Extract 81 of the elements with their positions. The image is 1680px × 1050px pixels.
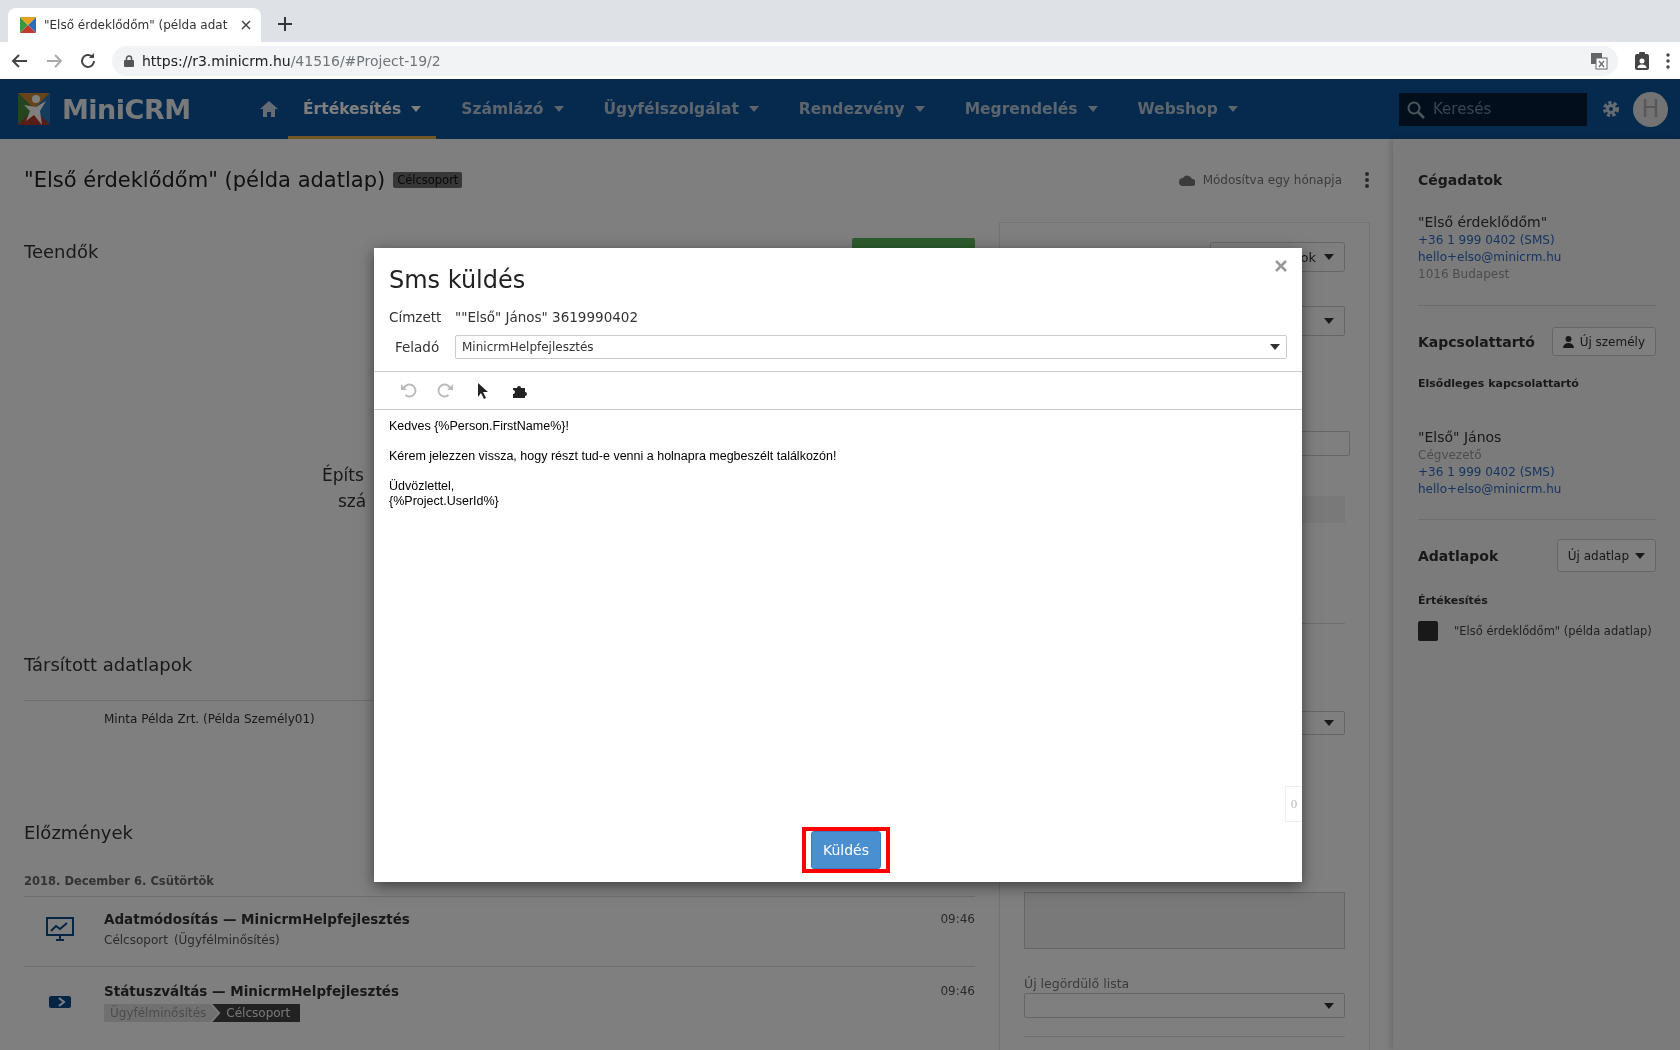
nav-menu-item[interactable]: Megrendelés [949,79,1113,139]
status-square [1418,621,1438,641]
message-text: Kérem jelezzen vissza, hogy részt tud-e venni a holnapra megbeszélt találkozón! [389,449,837,463]
history-entry-detail: Célcsoport [104,932,168,949]
logo-text[interactable]: MiniCRM [62,93,191,125]
sidebar-heading: Cégadatok [1418,171,1504,190]
field-label: Címzett [389,309,443,325]
nav-menu-item[interactable]: Számlázó [446,79,579,139]
nav-menu-item[interactable]: Webshop [1122,79,1253,139]
caret-icon [748,106,759,112]
caret-icon [1324,720,1334,726]
sender-value: MinicrmHelpfejlesztés [462,340,594,354]
browser-tab[interactable]: "Első érdeklődőm" (példa adat [8,8,262,42]
section-heading: Előzmények [24,822,133,843]
settings-icon[interactable] [1601,99,1621,119]
sidebar-heading: Kapcsolattartó [1418,333,1535,350]
caret-icon [1324,254,1334,260]
nav-menu-item[interactable]: Ügyfélszolgálat [588,79,774,139]
new-person-button[interactable]: Új személy [1551,327,1656,356]
email-link[interactable]: hello+elso@minicrm.hu [1418,250,1562,264]
recipient-text: ""Első" János" 3619990402 [455,309,638,325]
caret-icon [553,106,564,112]
field-label: Új legördülő lista [1024,976,1130,991]
field-label: Feladó [394,339,441,355]
contact-subheading: Elsődleges kapcsolattartó [1418,376,1580,392]
new-datasheet-button[interactable]: Új adatlap [1556,539,1656,572]
caret-icon [1635,552,1645,559]
tab-title: "Első érdeklődőm" (példa adat [44,18,228,32]
caret-icon [1324,318,1334,324]
translate-icon[interactable] [1590,51,1608,70]
modified-text: Módosítva egy hónapja [1202,173,1342,187]
arrow-tag-icon [49,995,71,1008]
history-entry-title: Státuszváltás — MinicrmHelpfejlesztés [104,982,401,1001]
caret-icon [1324,1002,1334,1009]
url-path: /41516/#Project-19/2 [290,52,441,69]
more-icon[interactable] [1364,171,1370,189]
empty-state-text: szá [338,491,367,511]
person-icon [1562,335,1574,348]
phone-link[interactable]: +36 1 999 0402 (SMS) [1418,233,1555,247]
contact-name: "Első" János [1418,428,1503,447]
monitor-chart-icon [46,917,74,941]
address-bar[interactable]: https://r3.minicrm.hu/41516/#Project-19/2 [112,45,1618,76]
sender-select[interactable]: MinicrmHelpfejlesztés [455,335,1287,359]
empty-state-text: Építs [322,465,364,485]
message-text: Kedves {%Person.FirstName%}! [389,419,569,433]
section-heading: Teendők [24,240,99,262]
history-entry-detail: (Ügyfélminősítés) [173,931,280,949]
dialog-title: Sms küldés [389,265,526,296]
nav-menu-item[interactable]: Értékesítés [288,79,437,139]
home-icon[interactable] [260,101,278,117]
message-text: {%Project.UserId%} [389,494,499,508]
favicon-icon [20,17,36,33]
history-entry-title: Adatmódosítás — MinicrmHelpfejlesztés [104,910,411,929]
status-tag: Célcsoport [212,1004,301,1022]
caret-icon [1087,106,1098,112]
caret-icon [411,106,422,112]
sidebar-heading: Adatlapok [1418,547,1499,564]
caret-icon [1227,106,1238,112]
linked-record-link[interactable]: Minta Példa Zrt. (Példa Személy01) [104,712,315,726]
history-time: 09:46 [940,983,975,1000]
lock-icon [124,54,134,67]
section-heading: Társított adatlapok [24,654,193,675]
nav-menu-item[interactable]: Rendezvény [783,79,940,139]
search-field[interactable]: Keresés [1399,92,1587,126]
page-title: "Első érdeklődőm" (példa adatlap) [24,168,386,192]
send-button[interactable]: Küldés [811,831,881,869]
company-name: "Első érdeklődőm" [1418,213,1549,232]
close-icon[interactable] [241,20,252,30]
history-time: 09:46 [940,911,975,928]
datasheet-link[interactable]: "Első érdeklődőm" (példa adatlap) [1454,624,1652,638]
browser-menu-icon[interactable] [1666,52,1670,69]
url-host: https://r3.minicrm.hu [142,52,291,69]
email-link[interactable]: hello+elso@minicrm.hu [1418,482,1562,496]
message-text: Üdvözlettel, [389,479,455,493]
cloud-icon [1178,174,1195,186]
caret-icon [1270,344,1280,350]
datasheet-group: Értékesítés [1418,592,1656,610]
select-field[interactable] [1024,993,1345,1018]
profile-clipboard-icon[interactable] [1632,50,1652,71]
phone-link[interactable]: +36 1 999 0402 (SMS) [1418,465,1555,479]
caret-icon [914,106,925,112]
